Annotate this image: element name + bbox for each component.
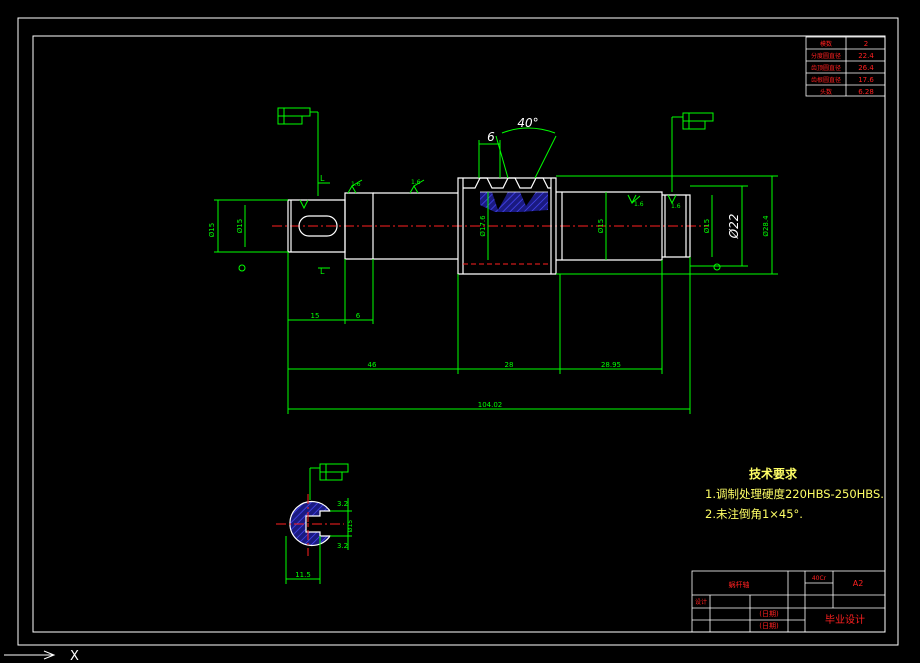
dim-angle: 40° — [517, 116, 538, 130]
tech-line1: 1.调制处理硬度220HBS-250HBS. — [705, 487, 884, 501]
angle-dimension: 40° — [495, 116, 557, 179]
section-view: 3.2 3.2 Ø15 11.5 — [276, 463, 354, 584]
worm-tooth-section — [480, 192, 548, 212]
dim-rough2: 1.6 — [411, 179, 421, 186]
dim-right-dia: Ø15 — [597, 219, 605, 233]
length-dimensions: 15 6 46 28 28.95 104.02 — [287, 252, 691, 414]
section-cut-marks: L L — [318, 174, 330, 276]
dim-left-dia2: Ø15 — [236, 219, 244, 233]
material-label: 40Cr — [812, 575, 827, 582]
inner-frame — [32, 35, 886, 633]
title-block: 蜗杆轴 A2 40Cr 设计 (日期) (日期) 毕业设计 — [691, 570, 886, 633]
param-value-0: 2 — [864, 40, 868, 48]
part-name: 蜗杆轴 — [729, 580, 750, 589]
shaft-main-view — [272, 177, 708, 275]
dim-pitch: 6 — [487, 130, 495, 144]
dim-right-len: 28.95 — [601, 361, 621, 369]
school-label: 毕业设计 — [825, 613, 865, 626]
dim-worm-len: 28 — [505, 361, 514, 369]
param-label-4: 头数 — [820, 88, 832, 96]
param-table: 模数 2 分度圆直径 22.4 齿顶圆直径 26.4 齿根圆直径 17.6 头数… — [805, 36, 886, 97]
dim-rough1: 1.6 — [351, 181, 361, 188]
date-label-2: (日期) — [759, 622, 779, 630]
dim-total-len: 104.02 — [478, 401, 503, 409]
dim-sec-w: 11.5 — [295, 571, 311, 579]
param-value-1: 22.4 — [858, 52, 874, 60]
dim-sec-h2: 3.2 — [337, 542, 348, 550]
param-label-3: 齿根圆直径 — [811, 76, 841, 84]
dim-keyway-len: 15 — [311, 312, 320, 320]
param-value-4: 6.28 — [858, 88, 874, 96]
param-label-1: 分度圆直径 — [811, 52, 841, 60]
dim-left-len: 46 — [368, 361, 377, 369]
dim-od: Ø28.4 — [762, 215, 770, 237]
gdt-left — [277, 107, 319, 196]
section-mark-top: L — [320, 174, 325, 183]
section-mark-bot: L — [320, 267, 325, 276]
ucs-axis-icon: X — [4, 649, 79, 663]
date-label-1: (日期) — [759, 610, 779, 618]
dim-end-dia: Ø15 — [703, 219, 711, 233]
dim-rough3: 1.6 — [634, 201, 644, 208]
dim-root: Ø17.6 — [479, 215, 487, 237]
dia-dimensions: Ø15 Ø15 Ø17.6 Ø15 Ø15 Ø22 Ø28.4 — [208, 175, 778, 275]
param-value-2: 26.4 — [858, 64, 874, 72]
designer-label: 设计 — [695, 598, 707, 606]
dim-rough4: 1.6 — [671, 203, 681, 210]
dim-sec-mid: Ø15 — [347, 520, 354, 533]
tech-title: 技术要求 — [749, 466, 798, 481]
param-label-0: 模数 — [820, 40, 832, 48]
axis-x-label: X — [70, 649, 79, 663]
scale-label: A2 — [853, 579, 864, 588]
tech-requirements: 技术要求 1.调制处理硬度220HBS-250HBS. 2.未注倒角1×45°. — [705, 466, 884, 521]
dim-keyway-gap: 6 — [356, 312, 361, 320]
dim-left-dia: Ø15 — [208, 223, 216, 237]
param-label-2: 齿顶圆直径 — [811, 64, 841, 72]
dim-dia22: Ø22 — [727, 214, 741, 240]
param-value-3: 17.6 — [858, 76, 874, 84]
dim-sec-h1: 3.2 — [337, 500, 348, 508]
tech-line2: 2.未注倒角1×45°. — [705, 507, 803, 521]
cad-drawing: 模数 2 分度圆直径 22.4 齿顶圆直径 26.4 齿根圆直径 17.6 头数… — [4, 17, 899, 663]
gdt-right — [671, 112, 714, 192]
